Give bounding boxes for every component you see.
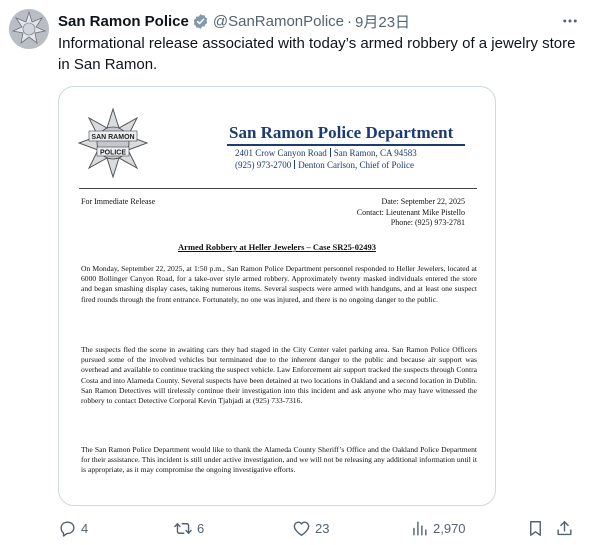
header-rule [227,144,465,146]
case-title: Armed Robbery at Heller Jewelers – Case … [178,242,376,252]
retweet-count: 6 [197,520,205,536]
tweet-text: Informational release associated with to… [58,35,576,73]
like-count: 23 [315,520,330,536]
paragraph-3: The San Ramon Police Department would li… [81,445,477,475]
display-name[interactable]: San Ramon Police [58,13,189,30]
action-bar: 4 6 23 2,970 [58,517,578,539]
retweet-button[interactable]: 6 [173,517,204,539]
like-button[interactable]: 23 [292,517,329,539]
contact-name: Contact: Lieutenant Mike Pistello [356,207,465,217]
paragraph-1: On Monday, September 22, 2025, at 1:50 p… [81,264,477,304]
view-count: 2,970 [433,520,466,536]
police-star-avatar-icon [9,9,49,49]
document-divider [79,188,477,189]
reply-count: 4 [81,520,89,536]
bookmark-icon [530,520,541,536]
press-release-document: SAN RAMON POLICE San Ramon Police Depart… [59,87,495,505]
department-name: San Ramon Police Department [229,123,454,142]
phone-chief-line: (925) 973-2700 Denton Carlson, Chief of P… [235,160,414,170]
contact-block: Date: September 22, 2025 Contact: Lieute… [357,197,465,229]
share-button[interactable] [555,517,574,539]
heart-icon [293,520,310,536]
street-address: 2401 Crow Canyon Road [235,148,327,158]
police-badge-icon: SAN RAMON POLICE [77,107,149,179]
tweet-date[interactable]: 9月23日 [355,11,410,32]
city-address: San Ramon, CA 94583 [333,148,417,158]
for-immediate-release: For Immediate Release [81,197,156,206]
contact-phone: Phone: (925) 973-2781 [390,218,465,227]
verified-badge-icon [192,13,209,30]
attached-image[interactable]: SAN RAMON POLICE San Ramon Police Depart… [58,86,496,506]
release-date: Date: September 22, 2025 [381,197,465,206]
bookmark-button[interactable] [526,517,545,539]
views-button[interactable]: 2,970 [410,517,466,539]
more-options-icon[interactable] [556,11,584,31]
reply-button[interactable]: 4 [58,517,88,539]
address-line: 2401 Crow Canyon Road San Ramon, CA 94583 [235,148,417,158]
reply-icon [60,520,75,537]
chief-name: Denton Carlson, Chief of Police [298,160,414,170]
badge-text-bottom: POLICE [100,150,126,157]
tweet-header: San Ramon Police @SanRamonPolice · 9月23日 [58,10,410,32]
badge-text-top: SAN RAMON [91,134,134,141]
main-phone: (925) 973-2700 [235,160,292,170]
share-icon [557,520,572,535]
paragraph-2: The suspects fled the scene in awaiting … [81,345,477,406]
views-chart-icon [413,520,427,536]
user-handle[interactable]: @SanRamonPolice [213,13,344,30]
separator-dot: · [347,12,353,30]
retweet-icon [174,522,192,534]
avatar[interactable] [9,9,49,49]
